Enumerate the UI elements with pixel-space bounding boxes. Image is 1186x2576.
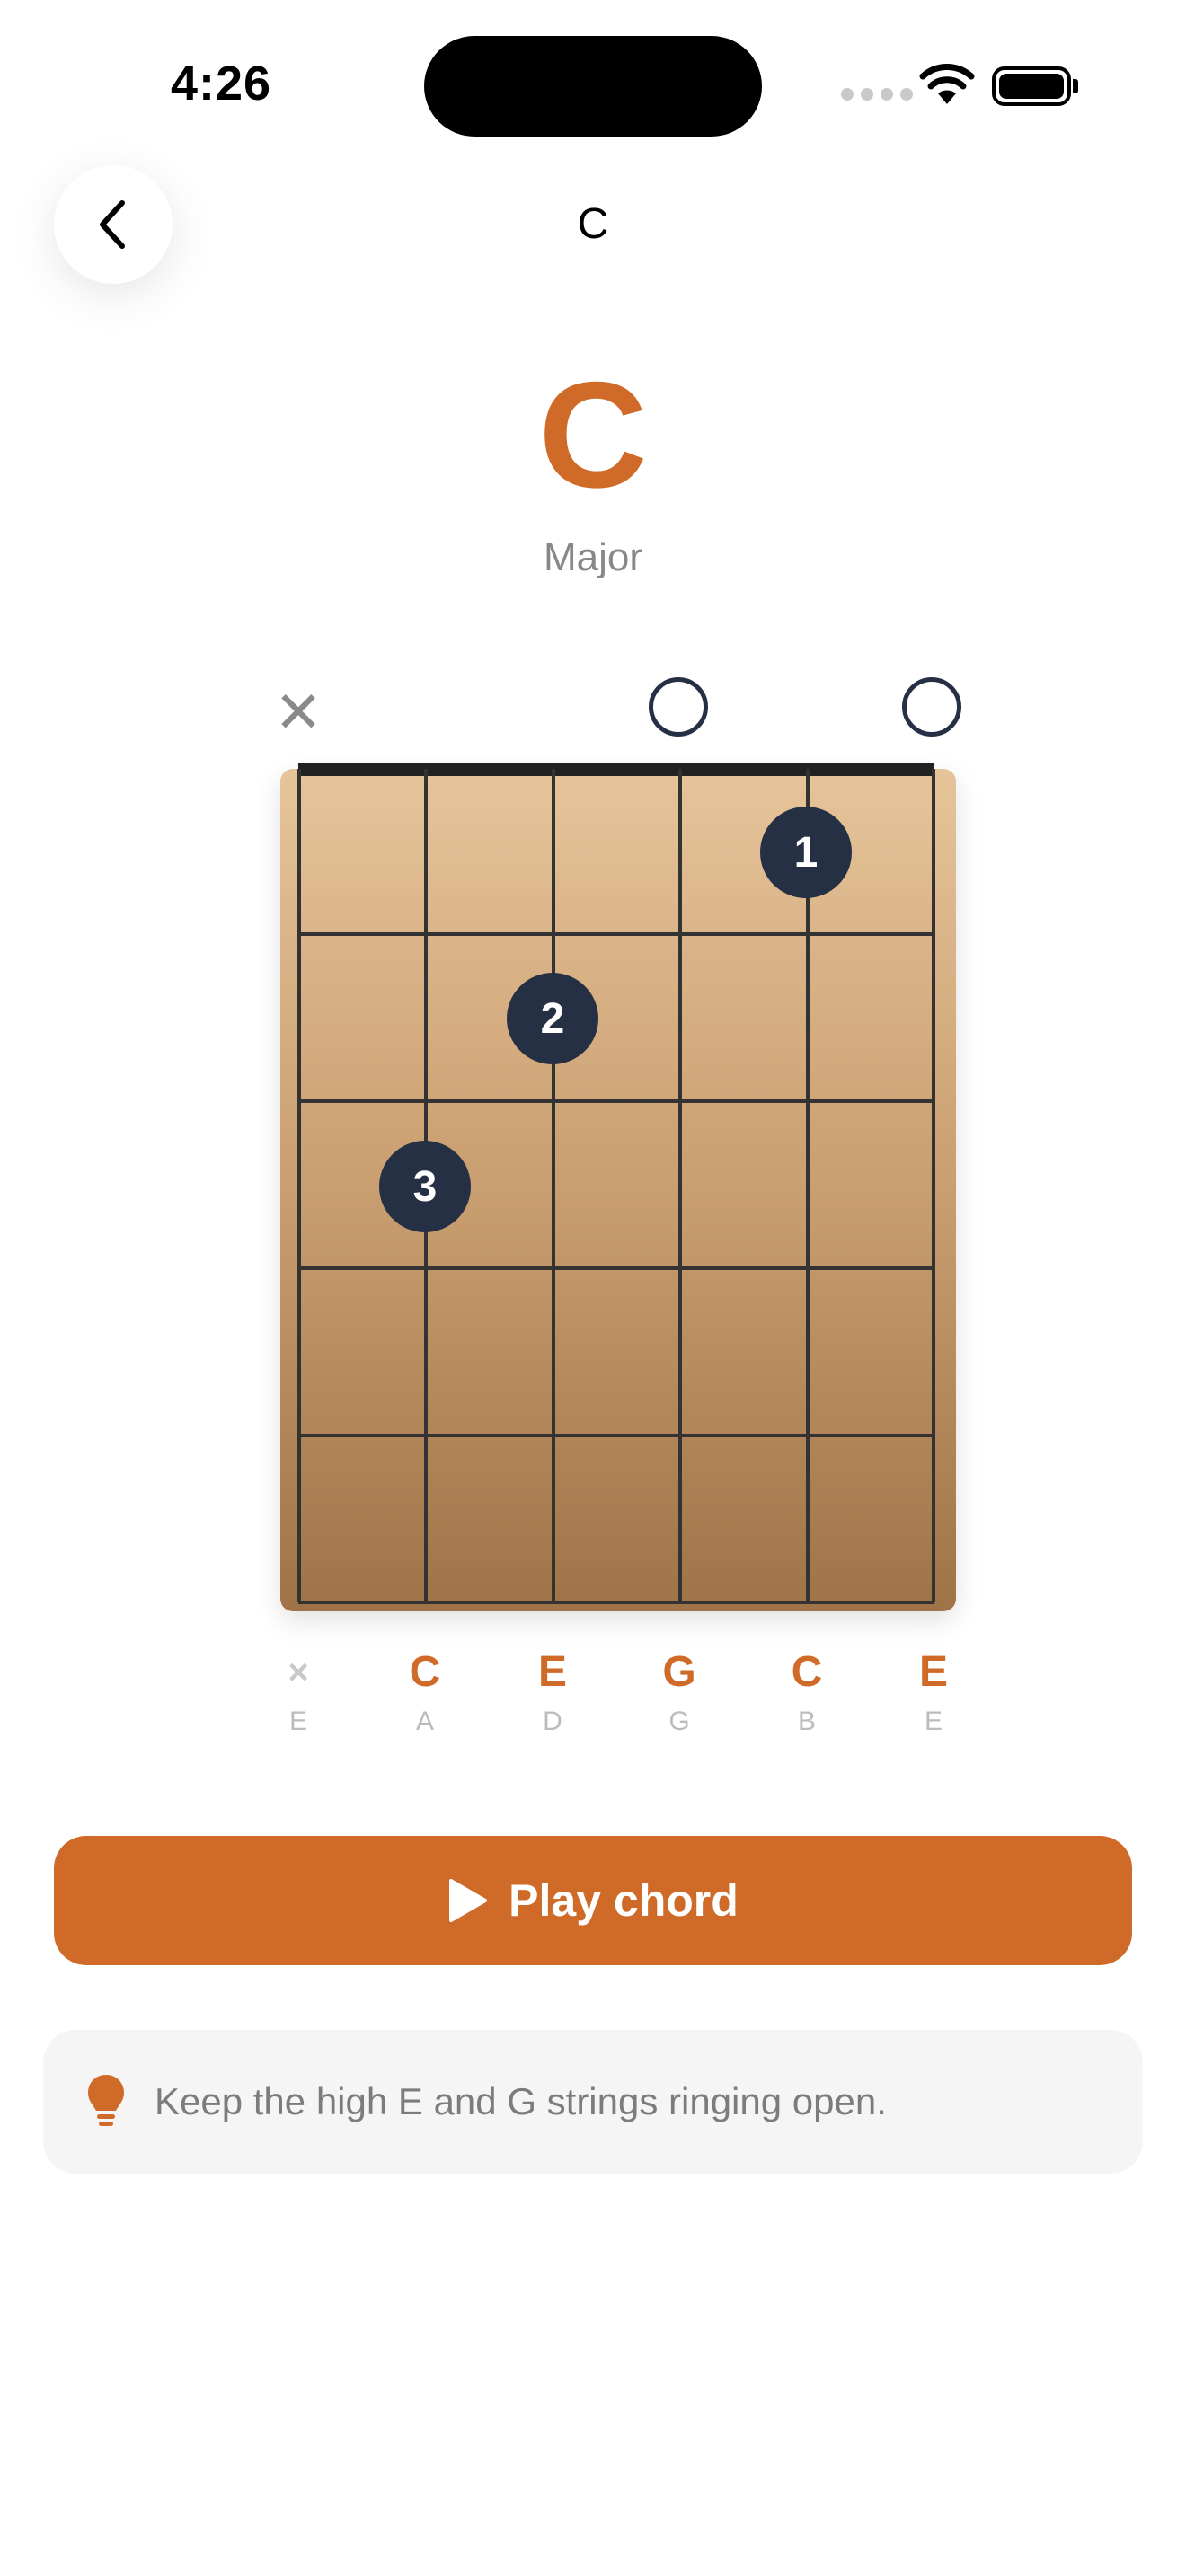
- tip-card: Keep the high E and G strings ringing op…: [43, 2030, 1143, 2174]
- finger-dot: 3: [379, 1141, 471, 1232]
- string-open-marker: [902, 677, 961, 737]
- play-chord-button[interactable]: Play chord: [54, 1836, 1132, 1965]
- wifi-icon: [919, 64, 975, 104]
- string-label: B: [797, 1707, 816, 1736]
- string-label: E: [924, 1707, 943, 1736]
- chord-quality: Major: [543, 535, 643, 579]
- string-open-marker: [649, 677, 708, 737]
- cellular-signal-icon: [841, 88, 913, 101]
- lightbulb-icon: [88, 2075, 124, 2126]
- string-label: G: [668, 1707, 690, 1736]
- nav-title: C: [577, 200, 609, 248]
- finger-dot: 1: [760, 807, 852, 898]
- status-time: 4:26: [171, 57, 272, 110]
- note-label: C: [791, 1648, 823, 1696]
- note-label: E: [537, 1648, 567, 1696]
- chevron-left-icon: [100, 200, 125, 249]
- dynamic-island: [424, 36, 762, 137]
- string-label: E: [288, 1707, 307, 1736]
- chord-name: C: [538, 350, 648, 519]
- battery-icon: [992, 66, 1071, 106]
- back-button[interactable]: [54, 165, 173, 284]
- note-label: C: [409, 1648, 441, 1696]
- string-label: A: [415, 1707, 434, 1736]
- play-chord-label: Play chord: [509, 1875, 739, 1926]
- note-label: ×: [288, 1653, 309, 1692]
- note-label: G: [662, 1648, 696, 1696]
- string-label: D: [543, 1707, 562, 1736]
- play-icon: [449, 1879, 488, 1922]
- string-muted-marker: ✕: [274, 680, 323, 745]
- tip-text: Keep the high E and G strings ringing op…: [155, 2080, 887, 2122]
- finger-dot: 2: [507, 973, 598, 1064]
- note-label: E: [918, 1648, 948, 1696]
- battery-cap: [1073, 79, 1078, 93]
